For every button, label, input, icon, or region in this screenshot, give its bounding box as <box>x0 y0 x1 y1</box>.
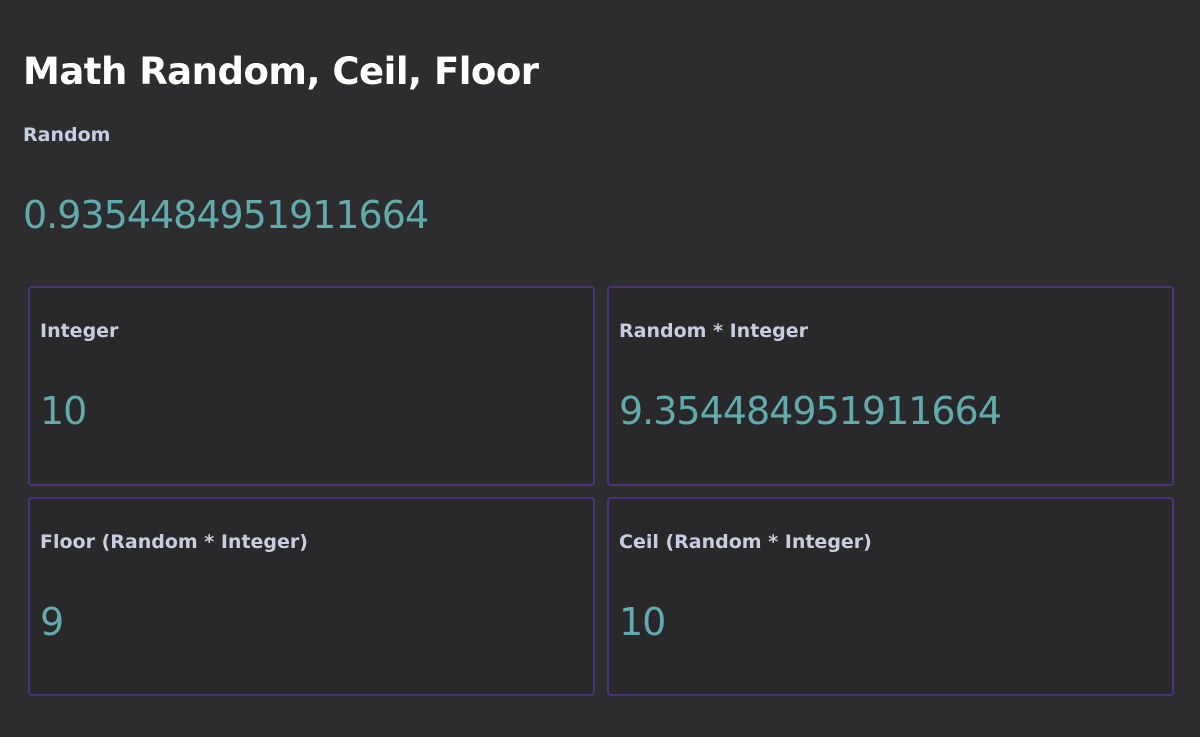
floor-value: 9 <box>40 600 64 644</box>
ceil-card: Ceil (Random * Integer) 10 <box>607 497 1174 696</box>
integer-label: Integer <box>40 320 119 342</box>
random-times-integer-card: Random * Integer 9.354484951911664 <box>607 286 1174 486</box>
page-title: Math Random, Ceil, Floor <box>23 50 539 93</box>
floor-card: Floor (Random * Integer) 9 <box>28 497 595 696</box>
random-label: Random <box>23 124 111 146</box>
random-value: 0.9354484951911664 <box>23 193 429 237</box>
ceil-label: Ceil (Random * Integer) <box>619 531 872 553</box>
floor-label: Floor (Random * Integer) <box>40 531 308 553</box>
integer-value: 10 <box>40 389 87 433</box>
results-grid: Integer 10 Random * Integer 9.3544849519… <box>28 286 1174 696</box>
random-times-integer-value: 9.354484951911664 <box>619 389 1002 433</box>
random-times-integer-label: Random * Integer <box>619 320 809 342</box>
ceil-value: 10 <box>619 600 666 644</box>
integer-card: Integer 10 <box>28 286 595 486</box>
